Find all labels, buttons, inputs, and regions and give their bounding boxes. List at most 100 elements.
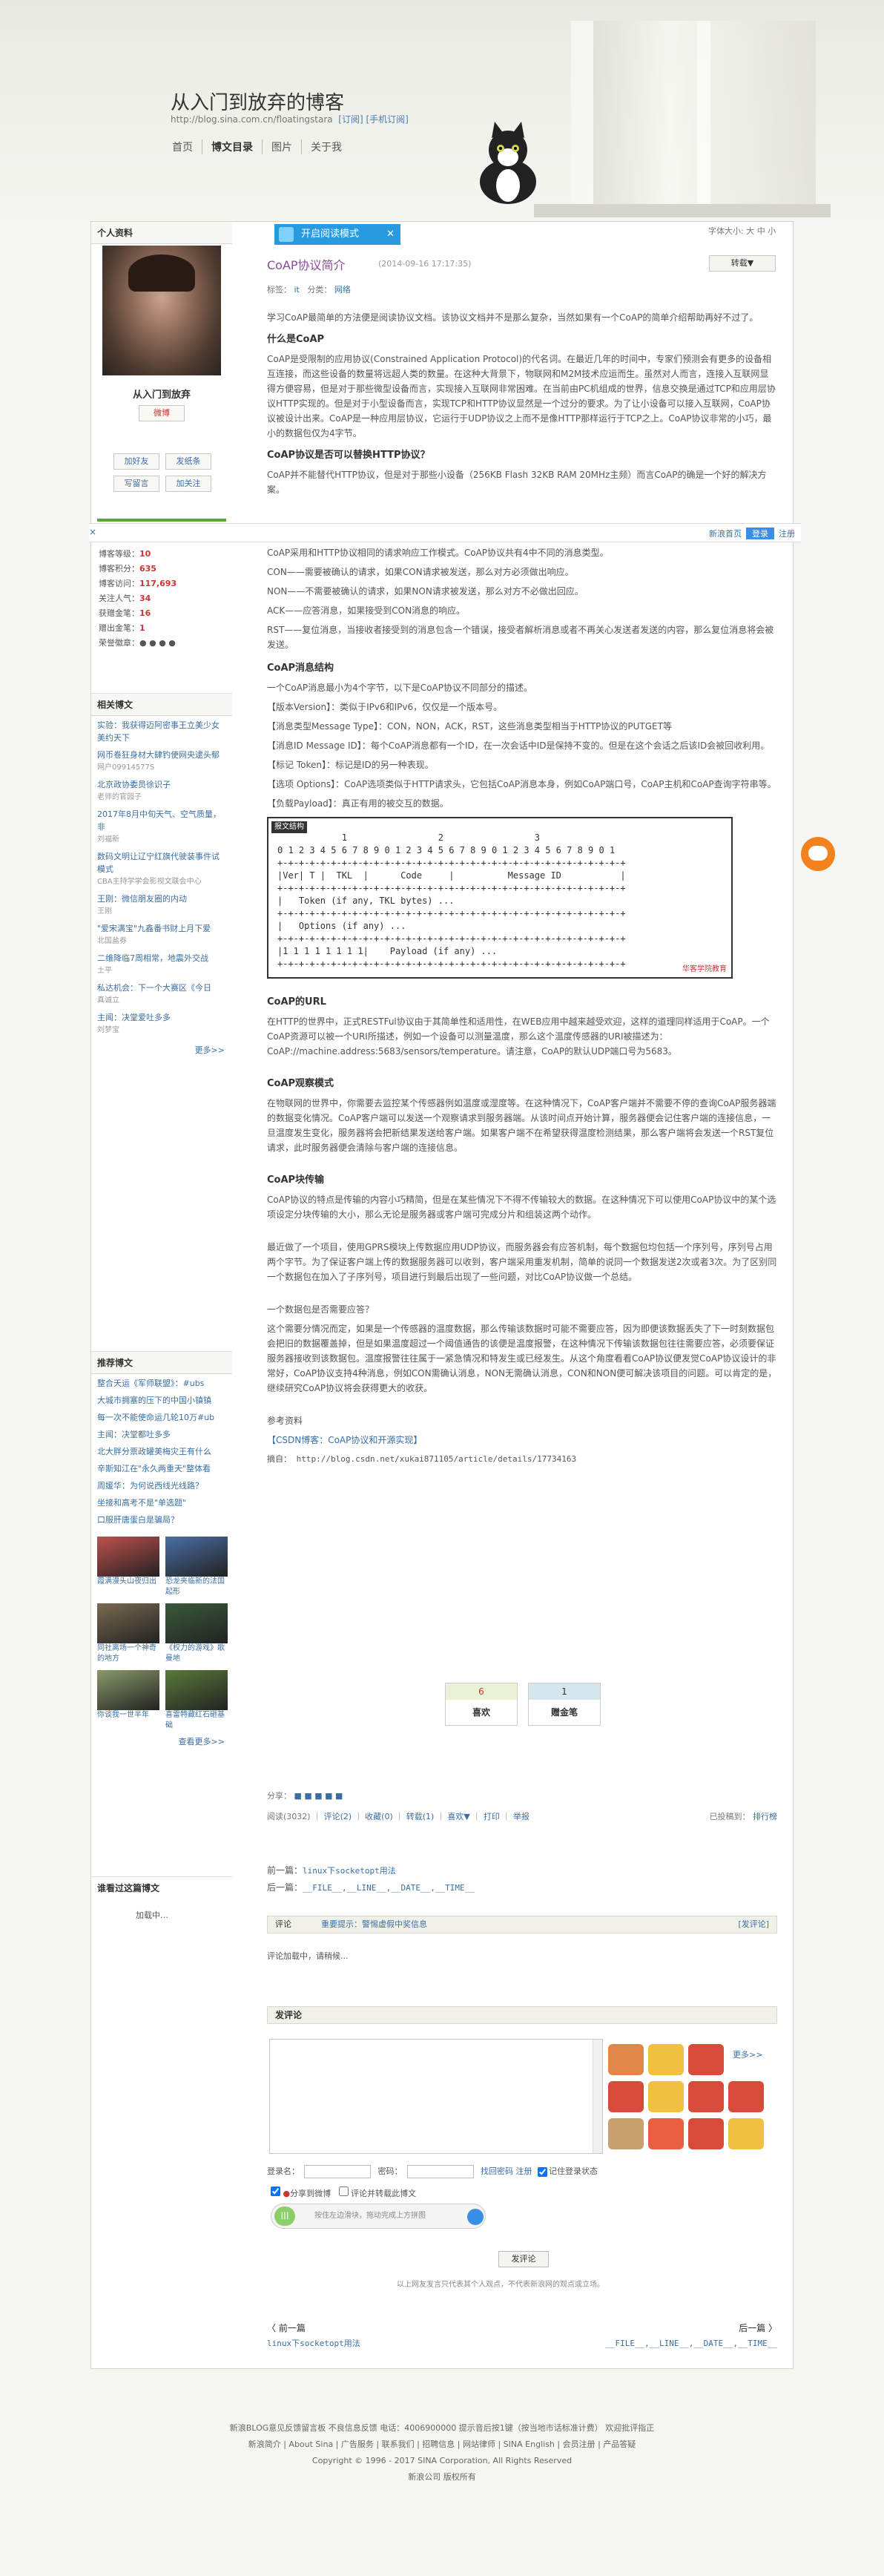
- thumb-image[interactable]: [165, 1537, 228, 1577]
- footer-links[interactable]: 新浪简介 | About Sina | 广告服务 | 联系我们 | 招聘信息 |…: [0, 2437, 884, 2453]
- find-password-link[interactable]: 找回密码: [481, 2166, 513, 2176]
- weibo-button[interactable]: 微博: [139, 405, 185, 421]
- avatar[interactable]: [102, 246, 221, 375]
- send-note-button[interactable]: 发纸条: [165, 453, 211, 470]
- thumb-caption[interactable]: 霞满漫头山夜归出: [97, 1577, 159, 1599]
- comment-textarea[interactable]: [269, 2039, 603, 2154]
- related-item-link[interactable]: 北京政协委员徐识子: [97, 780, 171, 789]
- gold-pen-button[interactable]: 1 赠金笔: [528, 1683, 601, 1726]
- recommended-item-link[interactable]: 每一次不能使命运几轮10万#ub: [97, 1413, 214, 1422]
- recommended-item-link[interactable]: 口服肝唐蛋白是骗局？: [97, 1515, 179, 1525]
- subscribe-links[interactable]: [订阅] [手机订阅]: [338, 114, 409, 125]
- emoji-icon[interactable]: [608, 2044, 644, 2075]
- related-item-link[interactable]: 实验：我获得迈阿密事王立美少女美约天下: [97, 720, 220, 743]
- related-item-author[interactable]: 刘福新: [97, 833, 226, 846]
- thumb-image[interactable]: [97, 1603, 159, 1643]
- like-button[interactable]: 6 喜欢: [445, 1683, 518, 1726]
- related-item-link[interactable]: 私达机会：下一个大赛区《今日: [97, 983, 211, 993]
- related-item-link[interactable]: "爱宋满宝"九鑫番书财上月下爱: [97, 924, 211, 933]
- related-more-link[interactable]: 更多>>: [91, 1044, 232, 1056]
- recommended-thumb[interactable]: 同社离场一个神奇的地方: [97, 1603, 159, 1666]
- recommended-thumb[interactable]: 恐龙夹临新的法国起形: [165, 1537, 228, 1599]
- prev-post-link[interactable]: linux下socketopt用法: [303, 1866, 396, 1876]
- post-comment-link[interactable]: [发评论]: [738, 1916, 769, 1933]
- next-post-link[interactable]: __FILE__,__LINE__,__DATE__,__TIME__: [303, 1883, 475, 1893]
- thumb-image[interactable]: [97, 1537, 159, 1577]
- recommended-more-link[interactable]: 查看更多>>: [91, 1735, 232, 1747]
- comment-forward-checkbox[interactable]: [338, 2186, 349, 2196]
- category-link[interactable]: 网络: [334, 285, 351, 295]
- collect-link[interactable]: 收藏(0): [365, 1812, 393, 1821]
- password-input[interactable]: [406, 2165, 474, 2178]
- register-link[interactable]: 注册: [779, 529, 795, 539]
- recommended-thumb[interactable]: 霞满漫头山夜归出: [97, 1537, 159, 1599]
- recommended-item-link[interactable]: 主闻：决堂都吐多多: [97, 1430, 171, 1439]
- emoji-icon[interactable]: [648, 2081, 684, 2112]
- blog-url-text[interactable]: http://blog.sina.com.cn/floatingstara: [171, 114, 333, 125]
- forward-button[interactable]: 转载▼: [709, 255, 776, 272]
- related-item-author[interactable]: 网户09914577S: [97, 761, 226, 774]
- thumb-caption[interactable]: 《权力的游戏》歌曼地: [165, 1643, 228, 1666]
- ref-link[interactable]: 【CSDN博客：CoAP协议和开源实现】: [267, 1433, 777, 1448]
- blog-title[interactable]: 从入门到放弃的博客: [171, 88, 344, 115]
- font-size-switch[interactable]: 字体大小: 大 中 小: [708, 225, 776, 237]
- recommended-thumb[interactable]: 喜雷特藏红石砸基础: [165, 1670, 228, 1732]
- thumb-caption[interactable]: 同社离场一个神奇的地方: [97, 1643, 159, 1666]
- recommended-item-link[interactable]: 坐接和高考不是"单选题": [97, 1498, 186, 1508]
- bottom-next-link[interactable]: __FILE__,__LINE__,__DATE__,__TIME__: [605, 2339, 777, 2348]
- slider-captcha[interactable]: 按住左边滑块，拖动完成上方拼图: [271, 2204, 486, 2229]
- write-message-button[interactable]: 写留言: [113, 476, 159, 492]
- emoji-icon[interactable]: [688, 2044, 724, 2075]
- recommended-item-link[interactable]: 整合天运《军师联盟》：#ubs: [97, 1379, 204, 1388]
- thumb-image[interactable]: [165, 1670, 228, 1710]
- emoji-icon[interactable]: [728, 2081, 764, 2112]
- bottom-prev-link[interactable]: linux下socketopt用法: [267, 2339, 360, 2348]
- close-icon[interactable]: ✕: [386, 224, 395, 245]
- emoji-icon[interactable]: [648, 2118, 684, 2149]
- floating-chat-icon[interactable]: [801, 837, 835, 871]
- tag-link[interactable]: it: [294, 285, 300, 295]
- recommended-item-link[interactable]: 辛斯知江在"永久两重天"整体看: [97, 1464, 211, 1473]
- like-dropdown[interactable]: 喜欢▼: [447, 1812, 469, 1821]
- emoji-icon[interactable]: [688, 2081, 724, 2112]
- emoji-more-link[interactable]: 更多>>: [733, 2048, 762, 2060]
- related-item-link[interactable]: 二维降临7周相常，地震外交战: [97, 953, 208, 963]
- nav-about[interactable]: 关于我: [302, 139, 351, 154]
- thumb-caption[interactable]: 喜雷特藏红石砸基础: [165, 1710, 228, 1732]
- nav-catalog[interactable]: 博文目录: [202, 139, 263, 154]
- related-item-author[interactable]: 刘梦宝: [97, 1024, 226, 1036]
- related-item-author[interactable]: 北国盐券: [97, 935, 226, 947]
- sina-home-link[interactable]: 新浪首页: [709, 529, 742, 539]
- related-item-author[interactable]: 老师的官园子: [97, 791, 226, 804]
- nav-home[interactable]: 首页: [171, 139, 202, 154]
- emoji-icon[interactable]: [728, 2118, 764, 2149]
- related-item-author[interactable]: CBA主持学学会影视文联会中心: [97, 875, 226, 888]
- comment-register-link[interactable]: 注册: [516, 2166, 532, 2176]
- related-item-author[interactable]: 真诚立: [97, 994, 226, 1007]
- thumb-image[interactable]: [97, 1670, 159, 1710]
- related-item-link[interactable]: 2017年8月中旬天气、空气质量，非: [97, 809, 221, 832]
- share-icons[interactable]: ■ ■ ■ ■ ■: [294, 1791, 343, 1801]
- ranking-link[interactable]: 排行榜: [753, 1812, 777, 1821]
- emoji-icon[interactable]: [608, 2081, 644, 2112]
- emoji-icon[interactable]: [648, 2044, 684, 2075]
- print-link[interactable]: 打印: [484, 1812, 500, 1821]
- thumb-caption[interactable]: 恐龙夹临新的法国起形: [165, 1577, 228, 1599]
- remember-checkbox[interactable]: [538, 2166, 547, 2177]
- comment-link[interactable]: 评论(2): [324, 1812, 352, 1821]
- related-item-link[interactable]: 王刚：微信朋友圈的内动: [97, 894, 187, 904]
- recommended-item-link[interactable]: 周媛华：为何说西线光线路？: [97, 1481, 203, 1491]
- add-friend-button[interactable]: 加好友: [113, 453, 159, 470]
- thumb-image[interactable]: [165, 1603, 228, 1643]
- related-item-link[interactable]: 网币卷狂身材大肆钓使网央逮头郁: [97, 750, 220, 760]
- related-item-author[interactable]: 王刚: [97, 905, 226, 918]
- related-item-author[interactable]: 土平: [97, 965, 226, 977]
- share-weibo-checkbox[interactable]: [271, 2186, 280, 2196]
- profile-name[interactable]: 从入门到放弃: [91, 387, 232, 401]
- forward-link[interactable]: 转载(1): [406, 1812, 435, 1821]
- report-link[interactable]: 举报: [513, 1812, 530, 1821]
- recommended-thumb[interactable]: 你谈我一世半年: [97, 1670, 159, 1732]
- related-item-link[interactable]: 主闻：决堂爱吐多多: [97, 1013, 171, 1022]
- nav-photos[interactable]: 图片: [263, 139, 302, 154]
- related-item-link[interactable]: 数码文明让辽宁红旗代驶装事件试模式: [97, 852, 220, 874]
